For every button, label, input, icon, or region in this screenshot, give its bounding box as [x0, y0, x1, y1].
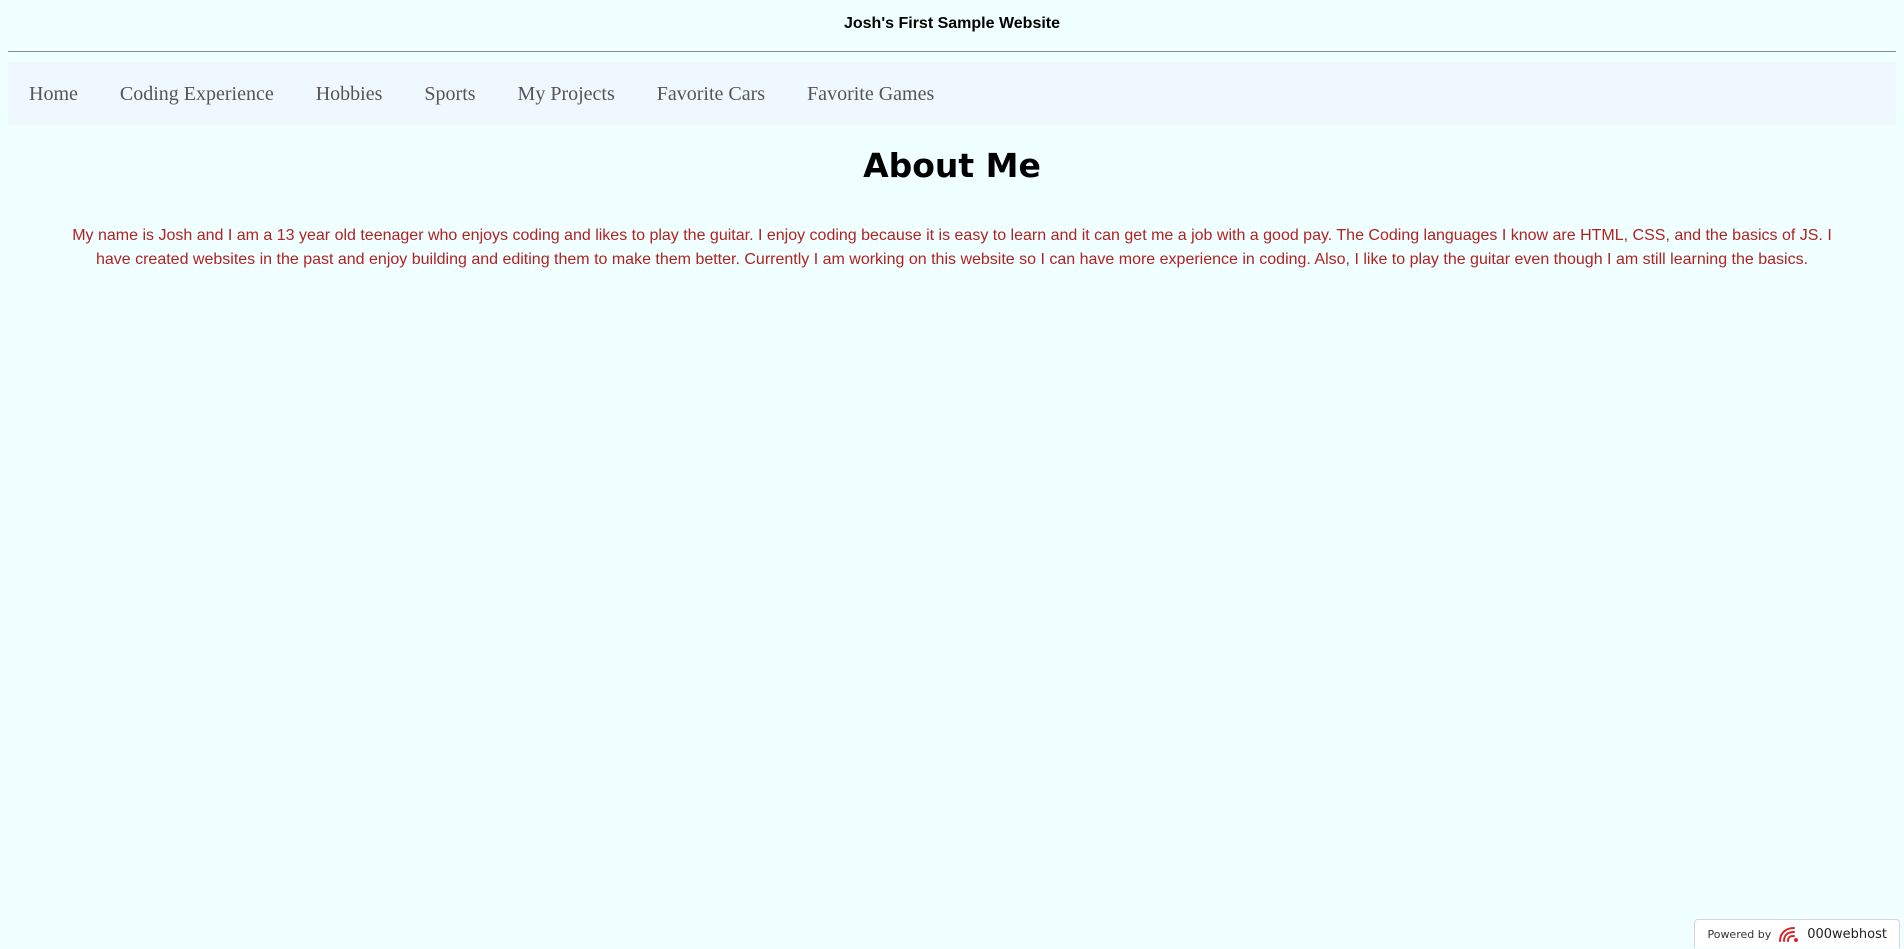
- host-name: 000webhost: [1807, 926, 1887, 942]
- nav-link-home[interactable]: Home: [29, 82, 78, 106]
- nav-link-sports[interactable]: Sports: [424, 82, 475, 106]
- main-navigation: Home Coding Experience Hobbies Sports My…: [8, 62, 1896, 126]
- nav-link-my-projects[interactable]: My Projects: [518, 82, 615, 106]
- powered-by-label: Powered by: [1707, 927, 1772, 941]
- page-title: About Me: [863, 146, 1041, 185]
- nav-link-coding-experience[interactable]: Coding Experience: [120, 82, 274, 106]
- powered-by-badge[interactable]: Powered by 000webhost: [1694, 919, 1900, 948]
- about-paragraph: My name is Josh and I am a 13 year old t…: [72, 227, 1832, 268]
- 000webhost-logo-icon: [1777, 924, 1801, 944]
- site-title: Josh's First Sample Website: [843, 15, 1061, 32]
- nav-link-favorite-games[interactable]: Favorite Games: [807, 82, 934, 106]
- nav-link-hobbies[interactable]: Hobbies: [316, 82, 383, 106]
- site-header: Josh's First Sample Website: [8, 0, 1896, 52]
- nav-link-favorite-cars[interactable]: Favorite Cars: [657, 82, 765, 106]
